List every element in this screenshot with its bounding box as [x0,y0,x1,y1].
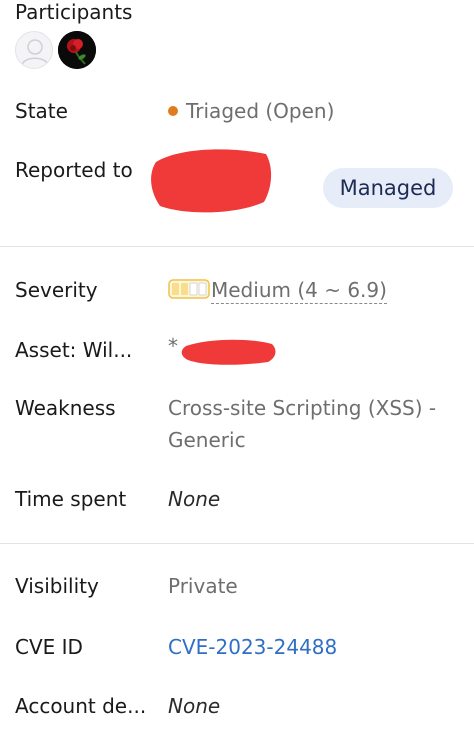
participants-label: Participants [15,0,133,24]
severity-text: Medium (4 ~ 6.9) [211,278,387,304]
weakness-label: Weakness [15,396,116,420]
visibility-label: Visibility [15,574,99,598]
state-text: Triaged (Open) [186,99,335,123]
time-spent-value: None [168,487,221,511]
asset-label: Asset: Wil... [15,338,133,362]
reported-to-label: Reported to [15,158,133,182]
cve-label: CVE ID [15,635,83,659]
asset-prefix: * [168,334,178,358]
managed-badge: Managed [323,168,453,208]
time-spent-label: Time spent [15,487,127,511]
section-divider [0,543,474,544]
visibility-value: Private [168,574,238,598]
state-label: State [15,99,68,123]
weakness-line2: Generic [168,428,246,452]
section-divider [0,246,474,247]
redacted-asset-name [181,339,276,365]
account-label: Account de... [15,694,147,718]
participant-avatar-rose[interactable] [58,31,96,69]
status-dot-icon [168,106,178,116]
severity-value[interactable]: Medium (4 ~ 6.9) [168,278,387,304]
weakness-line1: Cross-site Scripting (XSS) - [168,396,437,420]
severity-label: Severity [15,278,98,302]
severity-meter-icon [168,279,210,299]
cve-link[interactable]: CVE-2023-24488 [168,635,337,659]
redacted-program-name [151,149,272,213]
account-value: None [168,694,221,718]
participant-avatar-default[interactable] [15,31,53,69]
rose-avatar-icon [58,31,96,69]
state-value: Triaged (Open) [168,99,334,123]
default-user-avatar-icon [21,39,49,66]
